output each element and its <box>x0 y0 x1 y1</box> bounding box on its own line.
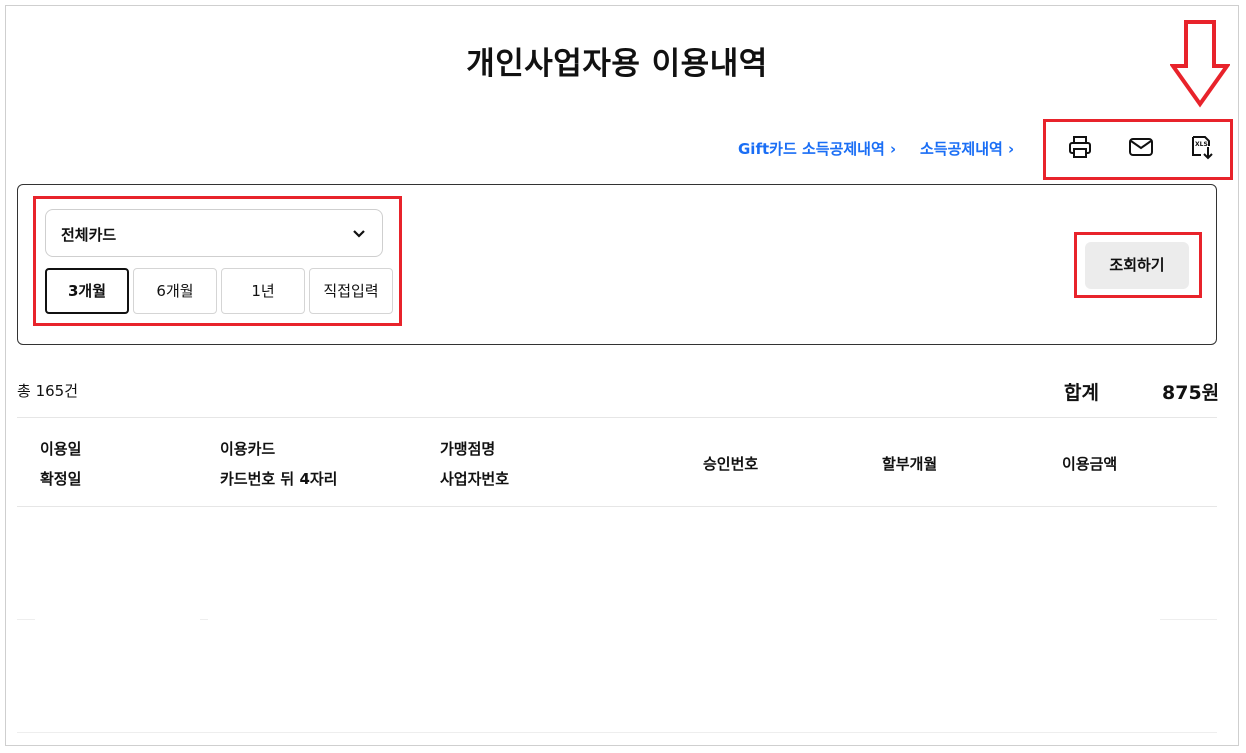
header-approval-number: 승인번호 <box>703 455 759 473</box>
period-1year-button[interactable]: 1년 <box>221 268 305 314</box>
total-label: 합계 <box>1064 382 1099 404</box>
row-divider-fragment <box>200 619 208 620</box>
header-merchant: 가맹점명 <box>440 440 496 458</box>
header-card: 이용카드 <box>220 440 276 458</box>
chevron-down-icon <box>353 230 365 238</box>
table-top-divider <box>17 417 1217 418</box>
period-6months-button[interactable]: 6개월 <box>133 268 217 314</box>
result-count: 총 165건 <box>17 382 78 400</box>
excel-download-icon[interactable]: XLS <box>1188 133 1216 161</box>
mail-icon[interactable] <box>1127 133 1155 161</box>
page-title: 개인사업자용 이용내역 <box>466 46 768 82</box>
header-amount: 이용금액 <box>1062 455 1118 473</box>
print-icon[interactable] <box>1066 133 1094 161</box>
table-header-divider <box>17 506 1217 507</box>
header-use-date: 이용일 <box>40 440 82 458</box>
header-card-last4: 카드번호 뒤 4자리 <box>220 470 338 488</box>
row-divider-fragment <box>17 619 35 620</box>
row-divider-fragment <box>1160 619 1217 620</box>
svg-text:XLS: XLS <box>1195 141 1208 148</box>
table-bottom-divider <box>17 732 1217 733</box>
income-deduction-link[interactable]: 소득공제내역 › <box>920 138 1014 159</box>
header-confirm-date: 확정일 <box>40 470 82 488</box>
period-3months-button[interactable]: 3개월 <box>45 268 129 314</box>
card-select-value: 전체카드 <box>61 226 117 244</box>
annotation-arrow <box>1170 20 1230 108</box>
window-frame <box>5 5 1239 746</box>
header-biz-number: 사업자번호 <box>440 470 510 488</box>
export-icons: XLS <box>1045 119 1230 178</box>
header-installment: 할부개월 <box>882 455 938 473</box>
period-custom-button[interactable]: 직접입력 <box>309 268 393 314</box>
gift-card-deduction-link[interactable]: Gift카드 소득공제내역 › <box>738 138 896 159</box>
search-button[interactable]: 조회하기 <box>1085 242 1189 289</box>
card-select[interactable]: 전체카드 <box>45 209 383 257</box>
total-value: 875원 <box>1162 382 1220 404</box>
